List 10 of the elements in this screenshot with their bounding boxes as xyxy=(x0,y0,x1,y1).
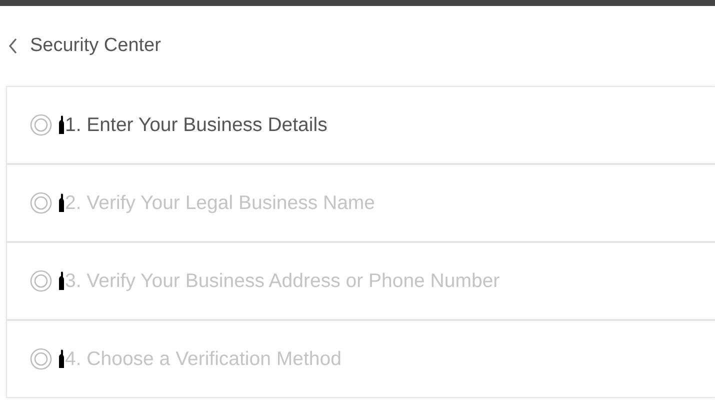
step-item[interactable]: 2. Verify Your Legal Business Name xyxy=(7,165,715,243)
step-item[interactable]: 1. Enter Your Business Details xyxy=(7,87,715,165)
step-item[interactable]: 3. Verify Your Business Address or Phone Number xyxy=(7,243,715,321)
radio-icon xyxy=(30,192,52,214)
page-title: Security Center xyxy=(30,35,161,57)
radio-icon xyxy=(30,348,52,370)
radio-icon xyxy=(30,270,52,292)
back-icon[interactable] xyxy=(8,38,18,54)
radio-icon xyxy=(30,114,52,136)
step-item[interactable]: 4. Choose a Verification Method xyxy=(7,321,715,397)
